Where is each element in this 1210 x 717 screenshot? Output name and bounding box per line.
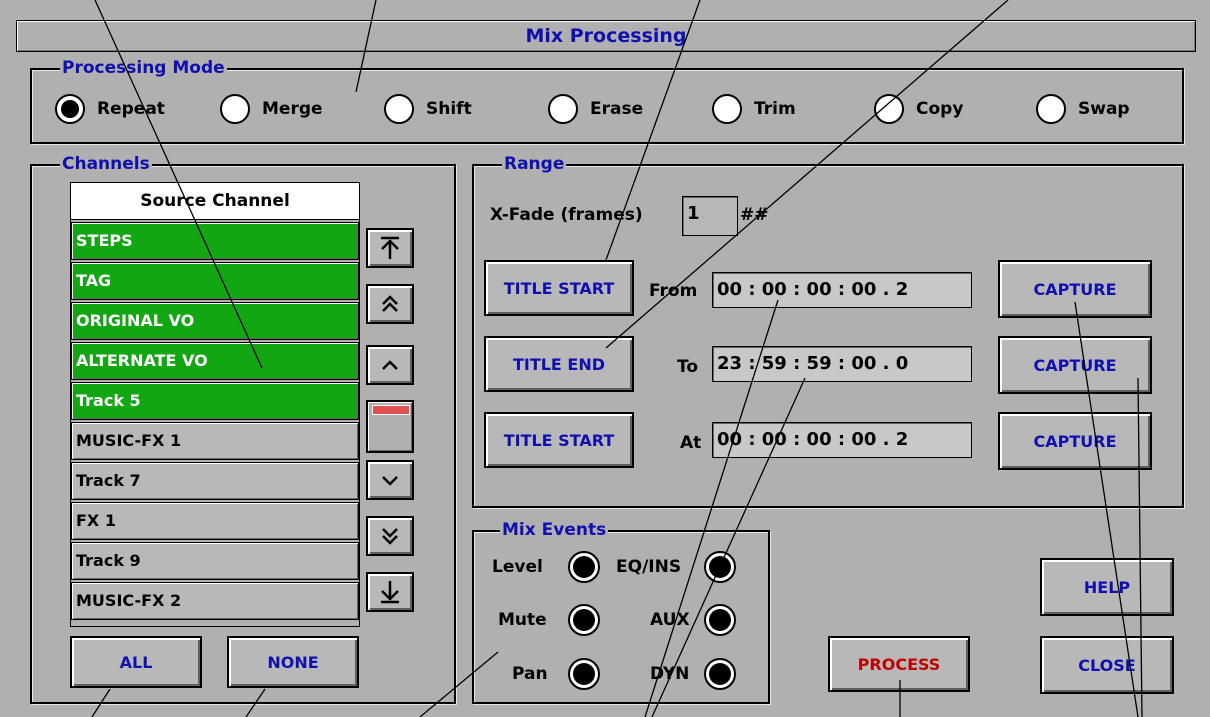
channel-item-fx-1[interactable]: FX 1 xyxy=(71,502,359,540)
radio-empty-icon xyxy=(1036,94,1066,124)
to-label: To xyxy=(677,357,699,377)
page-up-icon[interactable] xyxy=(366,284,414,324)
pan-checkbox[interactable] xyxy=(568,658,600,690)
at-label: At xyxy=(680,433,702,453)
scroll-bottom-icon[interactable] xyxy=(366,572,414,612)
pan-label: Pan xyxy=(512,664,548,684)
processing-mode-label: Processing Mode xyxy=(60,57,227,79)
capture-from-button[interactable]: CAPTURE xyxy=(998,260,1152,318)
eq-ins-checkbox[interactable] xyxy=(704,551,736,583)
close-button[interactable]: CLOSE xyxy=(1040,636,1174,694)
radio-empty-icon xyxy=(712,94,742,124)
channel-item-tag[interactable]: TAG xyxy=(71,262,359,300)
mode-label: Repeat xyxy=(97,99,165,119)
channel-item-original-vo[interactable]: ORIGINAL VO xyxy=(71,302,359,340)
process-button[interactable]: PROCESS xyxy=(828,636,970,692)
line-up-icon[interactable] xyxy=(366,345,414,385)
from-label: From xyxy=(649,281,698,301)
scrollbar-track[interactable] xyxy=(366,400,414,453)
radio-empty-icon xyxy=(548,94,578,124)
mode-radio-swap[interactable]: Swap xyxy=(1036,94,1130,124)
xfade-suffix: ## xyxy=(740,205,769,225)
radio-empty-icon xyxy=(384,94,414,124)
xfade-label: X-Fade (frames) xyxy=(490,205,643,225)
range-label: Range xyxy=(502,153,567,175)
aux-label: AUX xyxy=(650,610,690,630)
mix-events-label: Mix Events xyxy=(500,519,609,541)
scrollbar-thumb[interactable] xyxy=(372,405,410,415)
mode-label: Merge xyxy=(262,99,323,119)
mode-label: Shift xyxy=(426,99,472,119)
title-start-button[interactable]: TITLE START xyxy=(484,260,634,316)
capture-at-button[interactable]: CAPTURE xyxy=(998,412,1152,470)
channel-item-track-7[interactable]: Track 7 xyxy=(71,462,359,500)
channel-item-steps[interactable]: STEPS xyxy=(71,222,359,260)
mode-radio-shift[interactable]: Shift xyxy=(384,94,472,124)
channel-item-alternate-vo[interactable]: ALTERNATE VO xyxy=(71,342,359,380)
radio-empty-icon xyxy=(220,94,250,124)
mode-label: Erase xyxy=(590,99,644,119)
line-down-icon[interactable] xyxy=(366,460,414,500)
channels-label: Channels xyxy=(60,153,152,175)
scroll-top-icon[interactable] xyxy=(366,228,414,268)
help-button[interactable]: HELP xyxy=(1040,558,1174,616)
mute-checkbox[interactable] xyxy=(568,604,600,636)
mode-radio-trim[interactable]: Trim xyxy=(712,94,796,124)
none-button[interactable]: NONE xyxy=(227,636,359,688)
channel-item-track-5[interactable]: Track 5 xyxy=(71,382,359,420)
mode-radio-merge[interactable]: Merge xyxy=(220,94,323,124)
to-time-field[interactable]: 23 : 59 : 59 : 00 . 0 xyxy=(712,346,972,382)
level-checkbox[interactable] xyxy=(568,551,600,583)
dyn-checkbox[interactable] xyxy=(704,658,736,690)
eq-ins-label: EQ/INS xyxy=(616,557,682,577)
mode-label: Copy xyxy=(916,99,964,119)
channel-item-music-fx-2[interactable]: MUSIC-FX 2 xyxy=(71,582,359,620)
channel-item-music-fx-1[interactable]: MUSIC-FX 1 xyxy=(71,422,359,460)
mode-label: Trim xyxy=(754,99,796,119)
mode-radio-copy[interactable]: Copy xyxy=(874,94,963,124)
title-start-at-button[interactable]: TITLE START xyxy=(484,412,634,468)
mode-radio-erase[interactable]: Erase xyxy=(548,94,643,124)
window-title: Mix Processing xyxy=(16,20,1196,52)
capture-to-button[interactable]: CAPTURE xyxy=(998,336,1152,394)
mix-processing-window: Mix Processing Processing Mode Repeat Me… xyxy=(0,0,1210,717)
page-down-icon[interactable] xyxy=(366,516,414,556)
at-time-field[interactable]: 00 : 00 : 00 : 00 . 2 xyxy=(712,422,972,458)
radio-selected-icon xyxy=(55,94,85,124)
aux-checkbox[interactable] xyxy=(704,604,736,636)
list-header: Source Channel xyxy=(71,183,359,220)
all-button[interactable]: ALL xyxy=(70,636,202,688)
from-time-field[interactable]: 00 : 00 : 00 : 00 . 2 xyxy=(712,272,972,308)
channel-item-track-9[interactable]: Track 9 xyxy=(71,542,359,580)
level-label: Level xyxy=(492,557,543,577)
radio-empty-icon xyxy=(874,94,904,124)
title-end-button[interactable]: TITLE END xyxy=(484,336,634,392)
xfade-input[interactable]: 1 xyxy=(682,196,738,236)
mode-label: Swap xyxy=(1078,99,1130,119)
mode-radio-repeat[interactable]: Repeat xyxy=(55,94,165,124)
mute-label: Mute xyxy=(498,610,547,630)
source-channel-list[interactable]: Source Channel STEPS TAG ORIGINAL VO ALT… xyxy=(70,182,360,627)
dyn-label: DYN xyxy=(650,664,690,684)
